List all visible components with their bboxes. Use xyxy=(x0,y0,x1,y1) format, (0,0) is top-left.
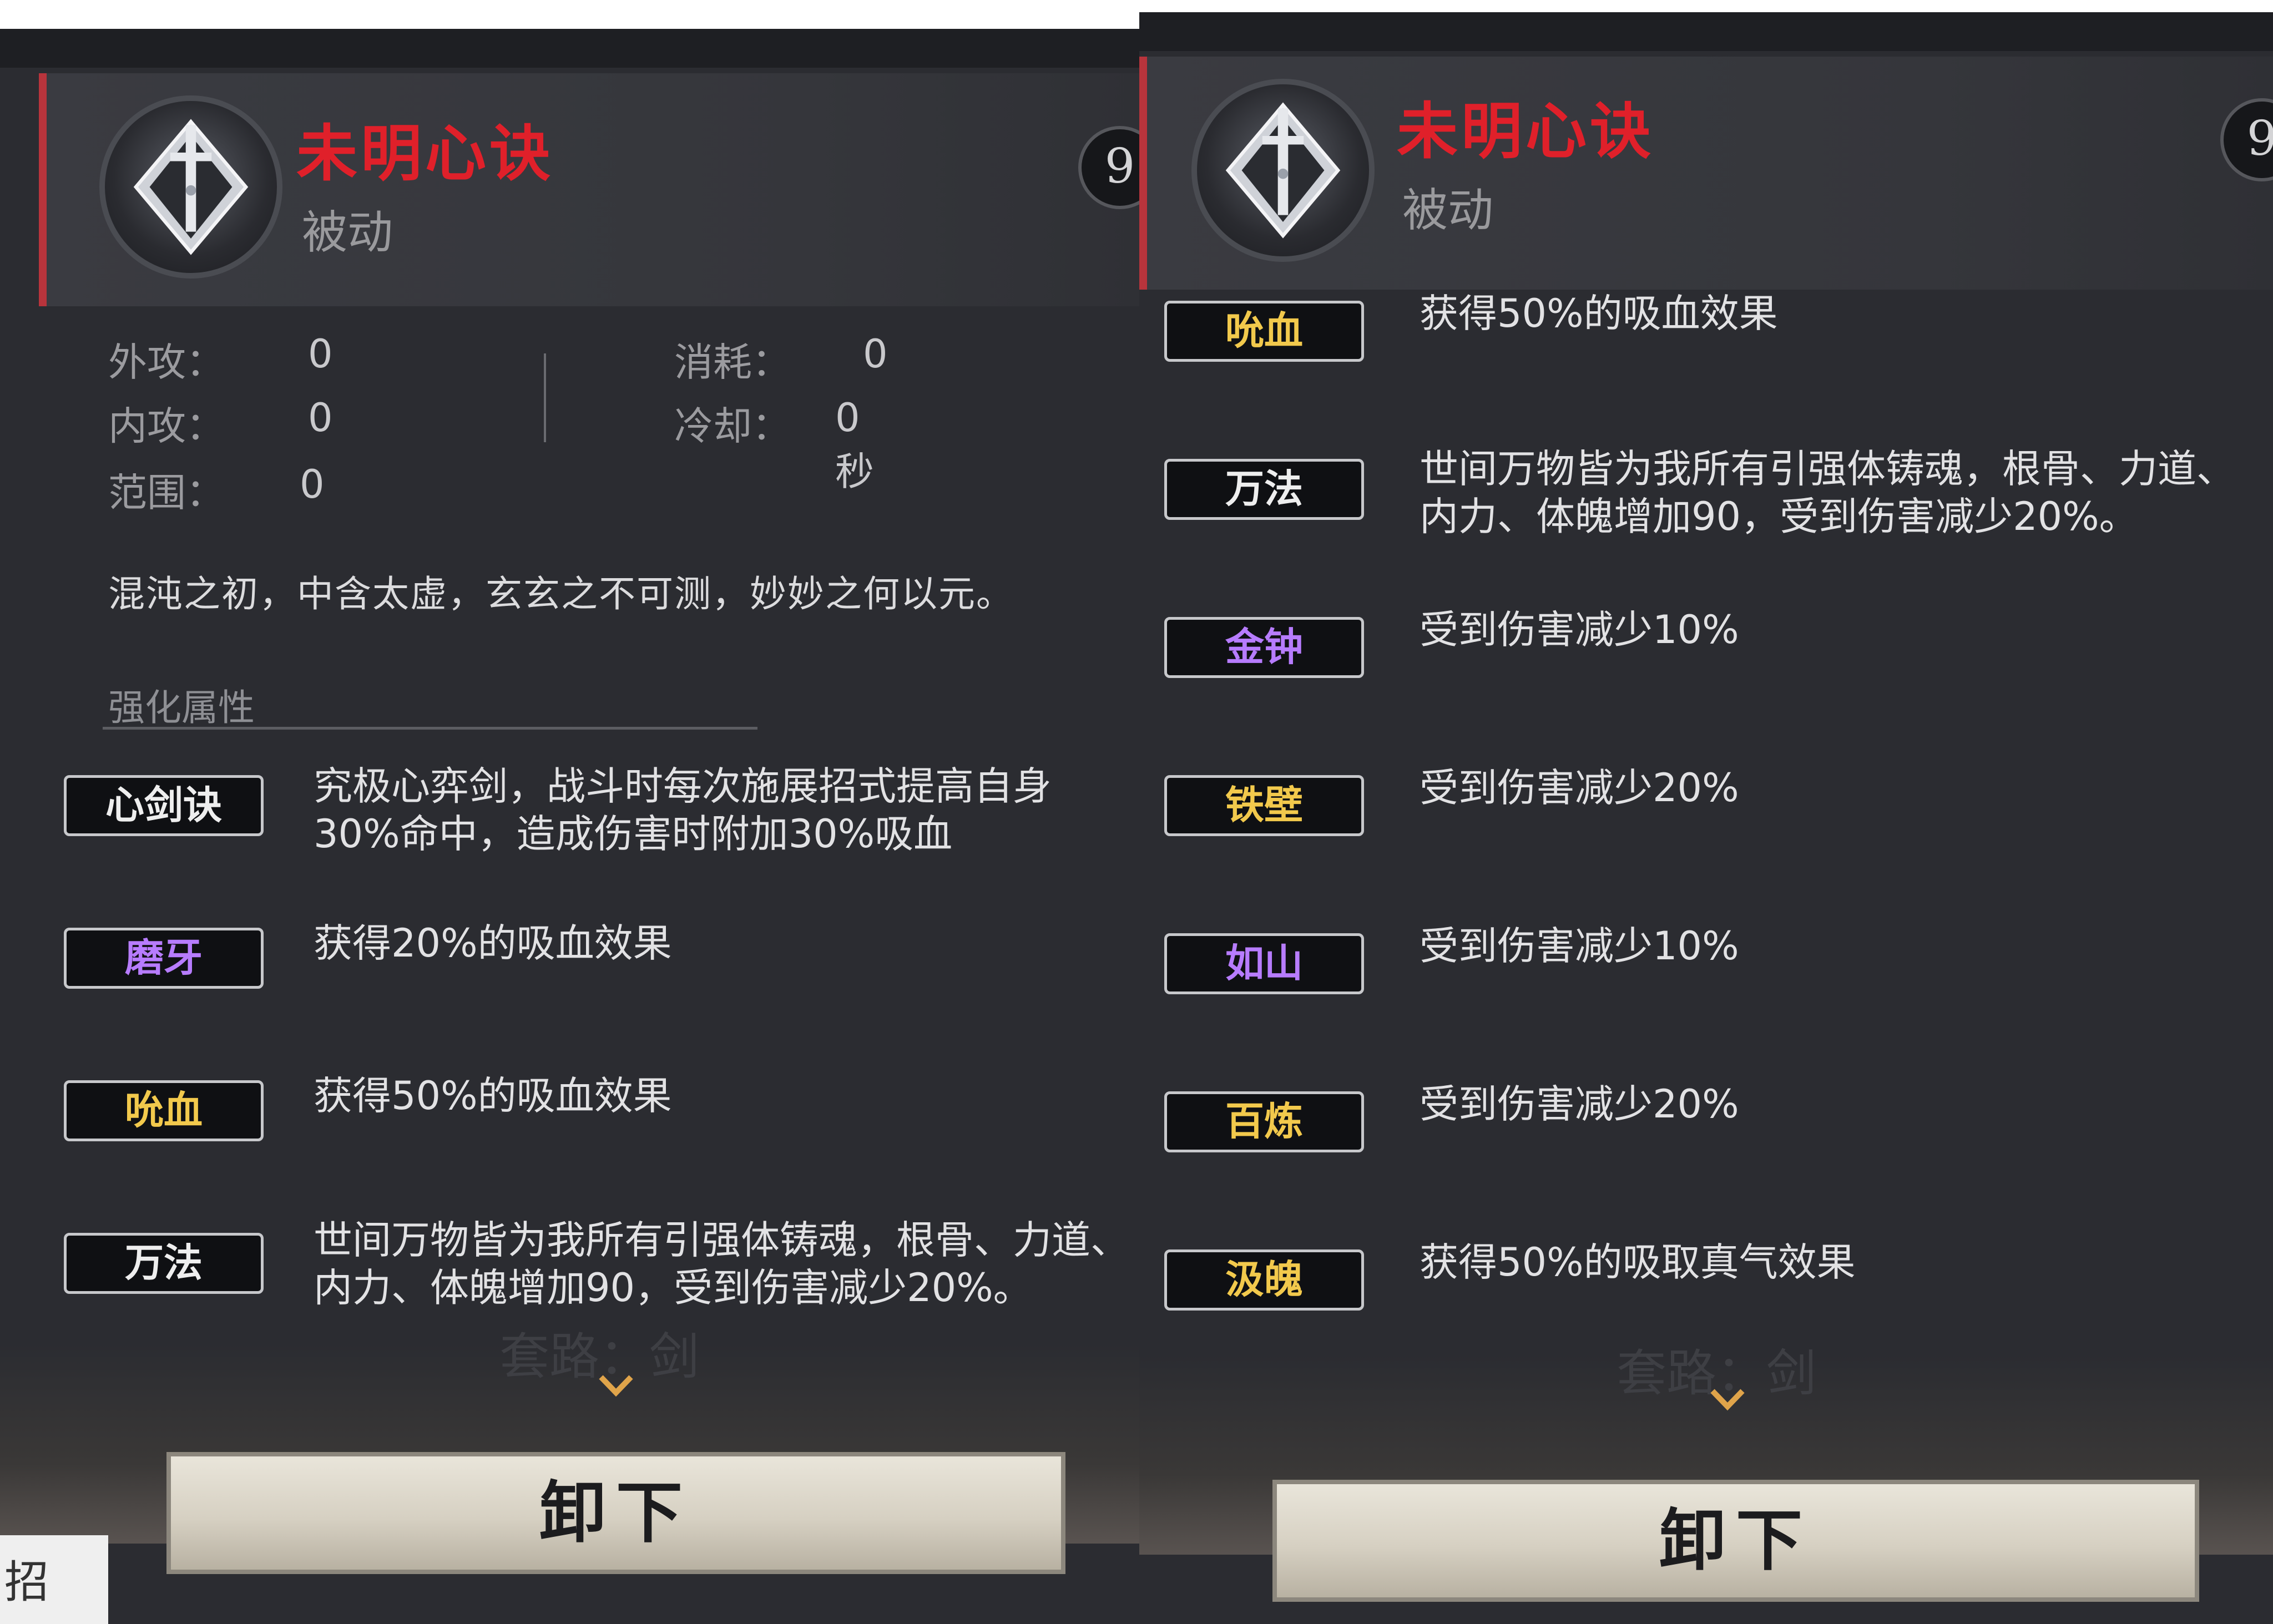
stat-cost: 消耗： 0 xyxy=(674,331,888,385)
corner-round-button[interactable]: 9 xyxy=(1078,126,1139,209)
attr-text-jinzhong: 受到伤害减少10% xyxy=(1420,607,1739,652)
stat-range: 范围： 0 xyxy=(108,462,325,515)
right-skill-panel: 未明心诀 被动 9 吮血 获得50%的吸血效果 万法 世间万物皆为我所有引强体铸… xyxy=(1139,12,2273,1624)
section-divider xyxy=(103,727,757,730)
attr-text-wanfa: 世间万物皆为我所有引强体铸魂，根骨、力道、 内力、体魄增加90，受到伤害减少20… xyxy=(314,1217,1129,1311)
left-skill-panel: 未明心诀 被动 9 外攻： 0 内攻： 0 范围： 0 消耗： 0 冷却： 0秒 混沌之初… xyxy=(0,29,1139,1624)
chevron-down-icon[interactable] xyxy=(597,1372,635,1399)
chevron-down-icon[interactable] xyxy=(1708,1385,1747,1413)
sword-emblem-icon xyxy=(133,119,249,255)
attr-tag-wanfa[interactable]: 万法 xyxy=(64,1233,264,1294)
unload-button[interactable]: 卸下 xyxy=(166,1452,1065,1574)
stat-inner-attack: 内攻： 0 xyxy=(108,395,333,449)
attr-tag-jipo[interactable]: 汲魄 xyxy=(1164,1249,1364,1311)
skill-name: 未明心诀 xyxy=(1397,95,1654,167)
attr-tag-tiebi[interactable]: 铁壁 xyxy=(1164,775,1364,836)
corner-round-button[interactable]: 9 xyxy=(2220,98,2273,181)
attr-text-wanfa: 世间万物皆为我所有引强体铸魂，根骨、力道、 内力、体魄增加90，受到伤害减少20… xyxy=(1420,446,2235,539)
attr-tag-shunxue[interactable]: 吮血 xyxy=(1164,301,1364,362)
top-strip xyxy=(0,29,1139,68)
skill-header: 未明心诀 被动 9 xyxy=(1139,57,2273,290)
attr-tag-rushan[interactable]: 如山 xyxy=(1164,933,1364,994)
skill-type: 被动 xyxy=(1402,184,1494,237)
section-title-enhance: 强化属性 xyxy=(108,686,255,729)
attr-text-bailian: 受到伤害减少20% xyxy=(1420,1081,1739,1127)
attr-text-shunxue: 获得50%的吸血效果 xyxy=(314,1073,672,1119)
stat-cooldown: 冷却： 0秒 xyxy=(674,395,874,494)
attr-tag-jinzhong[interactable]: 金钟 xyxy=(1164,617,1364,678)
skill-icon xyxy=(99,95,282,279)
attr-text-jipo: 获得50%的吸取真气效果 xyxy=(1420,1239,1856,1285)
sword-emblem-icon xyxy=(1225,102,1341,239)
attr-text-tiebi: 受到伤害减少20% xyxy=(1420,765,1739,811)
attr-tag-shunxue[interactable]: 吮血 xyxy=(64,1080,264,1141)
attr-tag-bailian[interactable]: 百炼 xyxy=(1164,1091,1364,1152)
attr-tag-wanfa[interactable]: 万法 xyxy=(1164,459,1364,520)
skill-description: 混沌之初，中含太虚，玄玄之不可测，妙妙之何以元。 xyxy=(108,573,1014,615)
skill-type: 被动 xyxy=(302,206,393,259)
stat-outer-attack: 外攻： 0 xyxy=(108,331,333,385)
attr-tag-moya[interactable]: 磨牙 xyxy=(64,928,264,989)
attr-text-moya: 获得20%的吸血效果 xyxy=(314,920,672,966)
skill-icon xyxy=(1191,79,1375,262)
skill-header: 未明心诀 被动 9 xyxy=(39,73,1139,306)
attr-text-shunxue: 获得50%的吸血效果 xyxy=(1420,291,1778,336)
attr-tag-xinjianjue[interactable]: 心剑诀 xyxy=(64,775,264,836)
attr-text-xinjianjue: 究极心弈剑，战斗时每次施展招式提高自身 30%命中，造成伤害时附加30%吸血 xyxy=(314,763,1052,857)
attr-text-rushan: 受到伤害减少10% xyxy=(1420,923,1739,969)
skill-name: 未明心诀 xyxy=(296,118,554,189)
stats-divider xyxy=(544,353,546,442)
top-strip xyxy=(1139,12,2273,51)
stats-block: 外攻： 0 内攻： 0 范围： 0 消耗： 0 冷却： 0秒 xyxy=(108,331,1024,515)
unload-button[interactable]: 卸下 xyxy=(1272,1480,2199,1602)
side-fragment-tab[interactable]: 招 xyxy=(0,1535,108,1624)
